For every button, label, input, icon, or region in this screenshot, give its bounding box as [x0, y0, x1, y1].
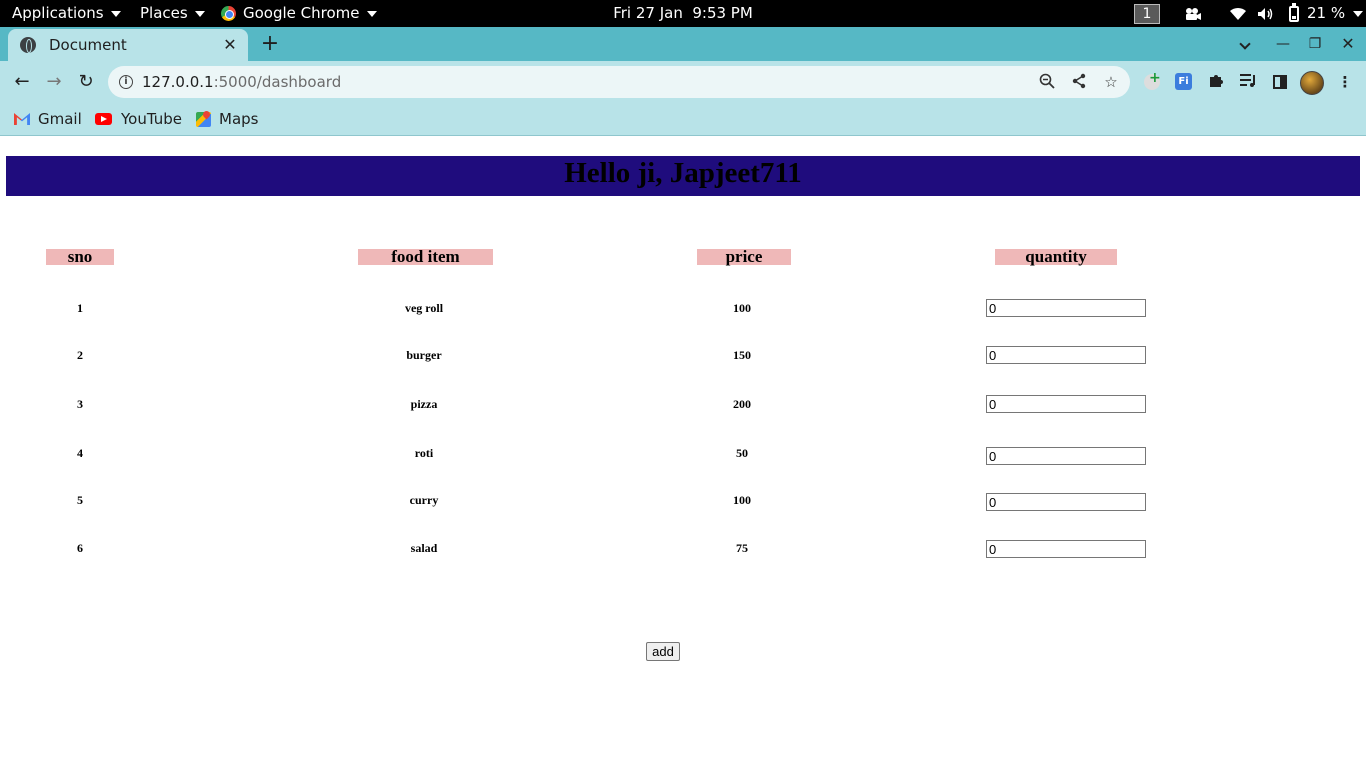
bookmark-youtube[interactable]: YouTube: [95, 108, 182, 130]
volume-icon[interactable]: [1257, 0, 1275, 27]
quantity-input[interactable]: [986, 540, 1146, 558]
minimize-icon[interactable]: —: [1271, 33, 1295, 55]
bookmark-maps[interactable]: Maps: [196, 108, 258, 130]
table-row: 6 salad 75: [0, 537, 1366, 559]
bookmark-star-icon[interactable]: ☆: [1102, 73, 1120, 91]
bookmarks-bar: Gmail YouTube Maps: [0, 103, 1366, 136]
site-info-icon[interactable]: i: [119, 75, 133, 89]
sno-cell: 1: [77, 301, 83, 315]
table-row: 4 roti 50: [0, 442, 1366, 465]
sno-cell: 4: [77, 446, 83, 460]
tab-strip: Document ✕: [0, 27, 1366, 61]
url-host: 127.0.0.1: [142, 73, 214, 91]
bookmark-label: YouTube: [121, 110, 182, 128]
system-top-bar: Applications Places Google Chrome Fri 27…: [0, 0, 1366, 27]
extension-fi-icon[interactable]: Fi: [1174, 72, 1194, 92]
column-header-quantity: quantity: [995, 248, 1117, 265]
price-cell: 150: [733, 348, 751, 362]
sno-cell: 6: [77, 541, 83, 555]
quantity-input[interactable]: [986, 395, 1146, 413]
places-label: Places: [140, 4, 188, 22]
profile-avatar[interactable]: [1300, 71, 1324, 95]
applications-menu[interactable]: Applications: [12, 0, 121, 27]
price-cell: 75: [736, 541, 748, 555]
page-title: Hello ji, Japjeet711: [564, 157, 802, 189]
battery-menu[interactable]: 21 %: [1289, 0, 1364, 27]
browser-toolbar: ← → ↻ i 127.0.0.1:5000/dashboard ☆ Fi ⋮: [0, 61, 1366, 103]
caret-down-icon: [1353, 10, 1364, 17]
clock-container: Fri 27 Jan 9:53 PM: [0, 0, 1366, 27]
maps-icon: [196, 111, 211, 127]
food-item-cell: pizza: [410, 397, 438, 411]
clock[interactable]: Fri 27 Jan 9:53 PM: [613, 0, 753, 27]
new-tab-button[interactable]: +: [258, 31, 282, 57]
applications-label: Applications: [12, 4, 104, 22]
add-button[interactable]: add: [646, 642, 680, 661]
close-tab-icon[interactable]: ✕: [220, 35, 240, 55]
bookmark-gmail[interactable]: Gmail: [14, 108, 82, 130]
restore-icon[interactable]: ❐: [1303, 33, 1327, 55]
extension-add-icon[interactable]: [1142, 68, 1162, 92]
youtube-icon: [95, 113, 112, 125]
sno-cell: 2: [77, 348, 83, 362]
more-menu-icon[interactable]: ⋮: [1335, 72, 1355, 92]
workspace-indicator[interactable]: 1: [1134, 0, 1160, 27]
quantity-input[interactable]: [986, 346, 1146, 364]
table-row: 3 pizza 200: [0, 393, 1366, 415]
price-cell: 200: [733, 397, 751, 411]
wifi-icon[interactable]: [1229, 0, 1247, 27]
tab-search-chevron-icon[interactable]: [1233, 33, 1257, 55]
forward-icon[interactable]: →: [41, 70, 67, 94]
sno-cell: 3: [77, 397, 83, 411]
page-viewport: Hello ji, Japjeet711 sno food item price…: [0, 137, 1366, 768]
back-icon[interactable]: ←: [9, 70, 35, 94]
zoom-out-icon[interactable]: [1038, 73, 1056, 91]
side-panel-icon[interactable]: [1270, 72, 1290, 92]
quantity-input[interactable]: [986, 299, 1146, 317]
food-item-cell: burger: [406, 348, 442, 362]
active-app-menu[interactable]: Google Chrome: [221, 0, 377, 27]
table-row: 1 veg roll 100: [0, 297, 1366, 319]
quantity-input[interactable]: [986, 447, 1146, 465]
gmail-icon: [14, 113, 30, 125]
share-icon[interactable]: [1070, 73, 1088, 91]
reload-icon[interactable]: ↻: [73, 70, 99, 94]
battery-level: 21 %: [1307, 4, 1346, 22]
price-cell: 50: [736, 446, 748, 460]
price-cell: 100: [733, 301, 751, 315]
extensions-puzzle-icon[interactable]: [1206, 72, 1226, 92]
bookmark-label: Maps: [219, 110, 259, 128]
column-header-price: price: [697, 248, 791, 265]
camera-icon[interactable]: [1184, 0, 1202, 27]
food-item-cell: roti: [414, 446, 434, 460]
tab-title: Document: [49, 36, 127, 54]
battery-icon: [1289, 2, 1299, 22]
chrome-logo-icon: [221, 6, 236, 21]
url-text[interactable]: 127.0.0.1:5000/dashboard: [142, 66, 341, 98]
table-row: 5 curry 100: [0, 489, 1366, 511]
food-item-cell: salad: [410, 541, 438, 555]
address-bar[interactable]: i 127.0.0.1:5000/dashboard ☆: [108, 66, 1130, 98]
quantity-input[interactable]: [986, 493, 1146, 511]
price-cell: 100: [733, 493, 751, 507]
greeting-banner: Hello ji, Japjeet711: [6, 156, 1360, 196]
workspace-number: 1: [1134, 3, 1160, 24]
sno-cell: 5: [77, 493, 83, 507]
window-close-icon[interactable]: ✕: [1336, 33, 1360, 55]
tab-document[interactable]: Document ✕: [8, 29, 248, 61]
caret-down-icon: [194, 10, 205, 17]
table-row: 2 burger 150: [0, 344, 1366, 366]
places-menu[interactable]: Places: [140, 0, 205, 27]
media-queue-icon[interactable]: [1238, 72, 1258, 92]
caret-down-icon: [366, 10, 377, 17]
column-header-food-item: food item: [358, 248, 493, 265]
column-header-sno: sno: [46, 248, 114, 265]
globe-icon: [20, 37, 36, 53]
url-path: :5000/dashboard: [213, 73, 342, 91]
food-item-cell: veg roll: [404, 301, 444, 315]
food-item-cell: curry: [409, 493, 439, 507]
active-app-label: Google Chrome: [243, 4, 360, 22]
caret-down-icon: [110, 10, 121, 17]
bookmark-label: Gmail: [38, 110, 82, 128]
